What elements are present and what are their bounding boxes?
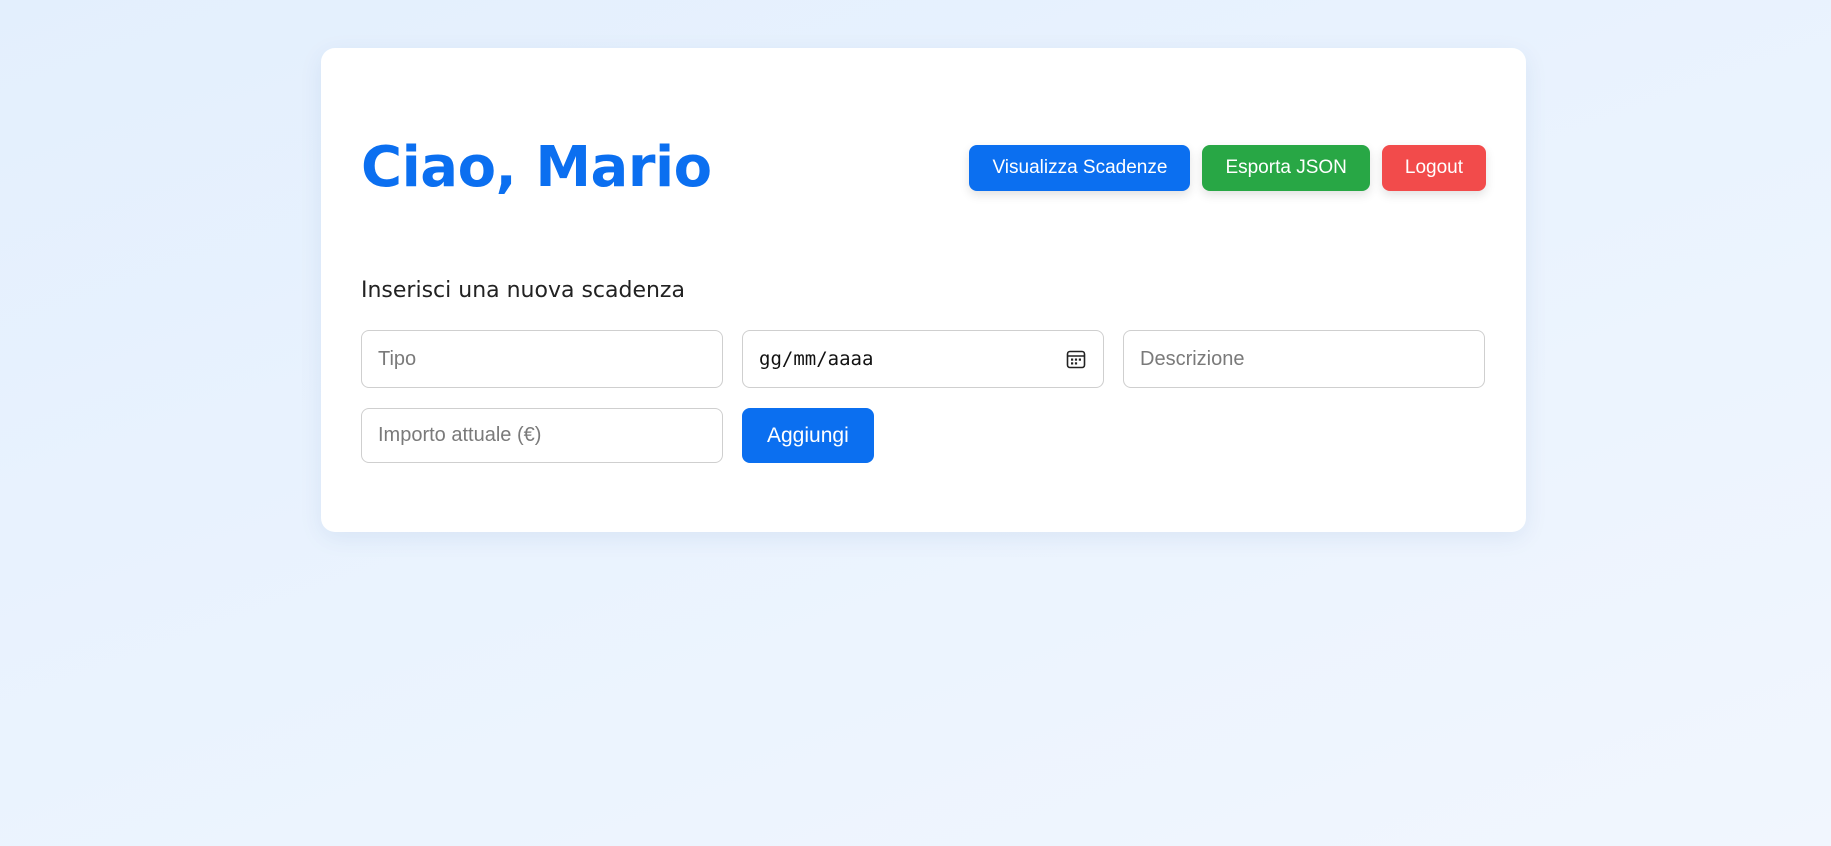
header: Ciao, Mario Visualizza Scadenze Esporta …	[361, 128, 1486, 208]
date-placeholder: gg/mm/aaaa	[759, 348, 874, 370]
calendar-icon[interactable]	[1065, 348, 1087, 370]
header-actions: Visualizza Scadenze Esporta JSON Logout	[969, 145, 1486, 191]
tipo-input[interactable]	[361, 330, 723, 388]
form-title: Inserisci una nuova scadenza	[361, 278, 685, 303]
view-deadlines-button[interactable]: Visualizza Scadenze	[969, 145, 1191, 191]
logout-button[interactable]: Logout	[1381, 145, 1486, 191]
date-input[interactable]: gg/mm/aaaa	[742, 330, 1104, 388]
export-json-button[interactable]: Esporta JSON	[1202, 145, 1370, 191]
main-card: Ciao, Mario Visualizza Scadenze Esporta …	[321, 48, 1526, 532]
descrizione-input[interactable]	[1123, 330, 1485, 388]
add-button[interactable]: Aggiungi	[742, 408, 874, 463]
page-title: Ciao, Mario	[361, 135, 712, 200]
importo-input[interactable]	[361, 408, 723, 463]
